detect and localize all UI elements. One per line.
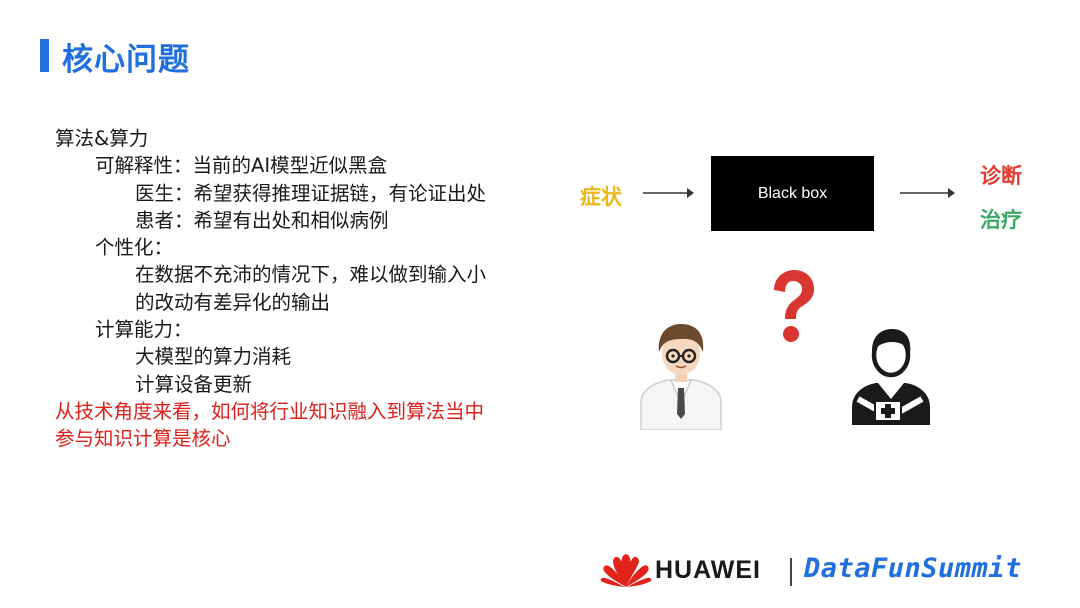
huawei-wordmark: HUAWEI [655, 556, 761, 584]
title-accent-bar [40, 39, 49, 72]
black-box: Black box [711, 156, 874, 231]
black-box-label: Black box [757, 184, 828, 202]
outline-item-level-2: 计算能力： [95, 318, 193, 342]
outline-list: 算法&算力可解释性：当前的AI模型近似黑盒医生：希望获得推理证据链，有论证出处患… [55, 125, 486, 453]
datafun-summit-wordmark: DataFunSummit [804, 553, 1022, 584]
diagnosis-label: 诊断 [980, 164, 1022, 188]
key-conclusion-line: 参与知识计算是核心 [55, 427, 231, 451]
outline-item-level-2: 可解释性：当前的AI模型近似黑盒 [95, 154, 388, 178]
outline-item-level-3: 大模型的算力消耗 [135, 345, 292, 369]
doctor-icon [640, 324, 722, 430]
outline-item-level-3: 患者：希望有出处和相似病例 [135, 208, 389, 232]
footer-divider [790, 558, 792, 586]
outline-item-level-3: 的改动有差异化的输出 [135, 290, 331, 314]
arrow-right-icon [643, 188, 694, 198]
outline-item-level-3: 计算设备更新 [135, 372, 253, 396]
arrow-right-icon [900, 188, 955, 198]
outline-item-level-3: 医生：希望获得推理证据链，有论证出处 [135, 181, 487, 205]
outline-item-level-1: 算法&算力 [55, 127, 149, 150]
question-mark-icon [774, 270, 814, 342]
outline-item-level-2: 个性化： [95, 236, 174, 260]
huawei-logo-icon [600, 554, 652, 587]
page-title: 核心问题 [62, 42, 190, 78]
symptom-label: 症状 [580, 185, 622, 209]
treatment-label: 治疗 [980, 208, 1022, 232]
patient-icon [852, 329, 930, 425]
key-conclusion-line: 从技术角度来看，如何将行业知识融入到算法当中 [55, 399, 485, 423]
outline-item-level-3: 在数据不充沛的情况下，难以做到输入小 [135, 263, 487, 287]
